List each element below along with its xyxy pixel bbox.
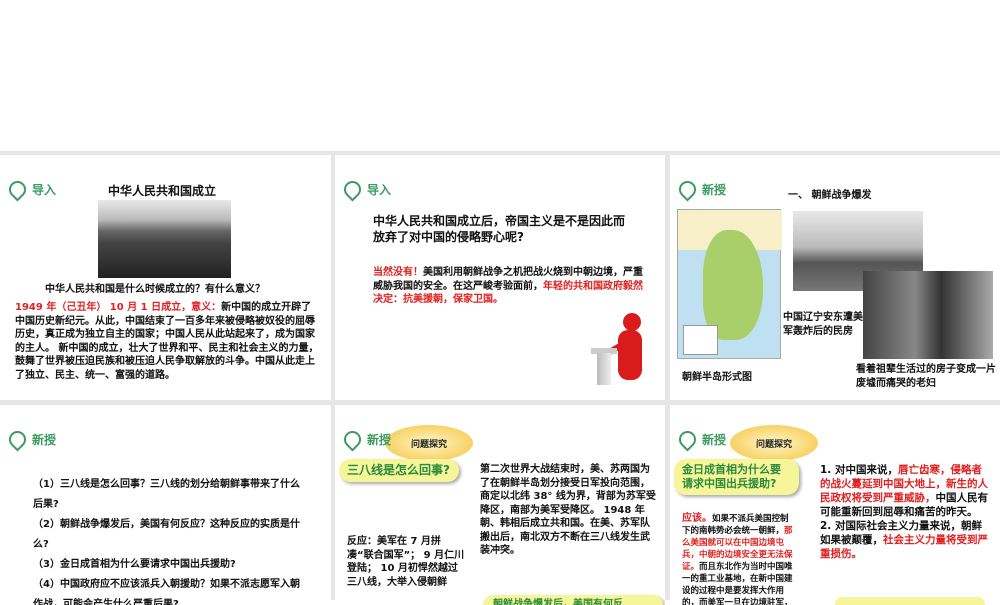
photo1-caption: 中国辽宁安东遭美军轰炸后的民房 <box>783 312 863 337</box>
section-label: 新授 <box>675 427 726 452</box>
problem-inquiry-badge: 问题探究 <box>730 425 818 461</box>
reaction-text: 反应：美军在 7 月拼凑“联合国军”； 9 月仁川登陆； 10 月初悍然越过三八… <box>347 536 465 588</box>
crying-woman-photo <box>863 271 993 359</box>
map-pin-icon <box>340 177 365 202</box>
slide-thumbnail-5[interactable]: 问题探究 新授 三八线是怎么回事? 第二次世界大战结束时，美、苏两国为了在朝鲜半… <box>335 405 665 605</box>
question-text: 中华人民共和国是什么时候成立的？有什么意义？ <box>45 284 265 295</box>
section-label: 新授 <box>5 427 56 452</box>
slide-thumbnail-6[interactable]: 问题探究 新授 金日成首相为什么要请求中国出兵援助? 1. 对中国来说，唇亡齿寒… <box>670 405 1000 605</box>
map-pin-icon <box>675 177 700 202</box>
slide-sorter-grid: 导入 中华人民共和国成立 中华人民共和国是什么时候成立的？有什么意义？ 1949… <box>0 151 1000 605</box>
map-pin-icon <box>340 427 365 452</box>
section-label: 导入 <box>5 177 56 202</box>
question-list: （1）三八线是怎么回事？三八线的划分给朝鲜事带来了什么后果? （2）朝鲜战争爆发… <box>33 475 303 605</box>
slide-thumbnail-2[interactable]: 导入 中华人民共和国成立后，帝国主义是不是因此而放弃了对中国的侵略野心呢? 当然… <box>335 155 665 400</box>
question-item: （4）中国政府应不应该派兵入朝援助？如果不派志愿军入朝作战，可能会产生什么严重后… <box>33 579 300 605</box>
answer-right: 1. 对中国来说，唇亡齿寒，侵略者的战火蔓延到中国大地上，新生的人民政权将受到严… <box>820 464 988 560</box>
question-bubble: 金日成首相为什么要请求中国出兵援助? <box>674 459 799 495</box>
slide-thumbnail-3[interactable]: 新授 一、 朝鲜战争爆发 朝鲜半岛形式图 中国辽宁安东遭美军轰炸后的民房 看着祖… <box>670 155 1000 400</box>
slide-thumbnail-1[interactable]: 导入 中华人民共和国成立 中华人民共和国是什么时候成立的？有什么意义？ 1949… <box>0 155 331 400</box>
map-pin-icon <box>675 427 700 452</box>
bottom-bubble <box>835 597 985 605</box>
slide-title: 中华人民共和国成立 <box>108 184 217 198</box>
section-label: 新授 <box>340 427 391 452</box>
tiananmen-photo <box>98 200 231 278</box>
map-pin-icon <box>5 427 30 452</box>
speaker-figure-icon <box>583 313 663 388</box>
slide-thumbnail-4[interactable]: 新授 （1）三八线是怎么回事？三八线的划分给朝鲜事带来了什么后果? （2）朝鲜战… <box>0 405 331 605</box>
answer-text: 1949 年（己丑年） 10 月 1 日成立，意义：新中国的成立开辟了中国历史新… <box>15 302 319 381</box>
answer-text: 第二次世界大战结束时，美、苏两国为了在朝鲜半岛划分接受日军投向范围，商定以北纬 … <box>480 464 656 556</box>
answer-left: 应该。如果不派兵美国控制下的南韩势必会统一朝鲜，那么美国就可以在中国边境屯兵，中… <box>682 513 793 605</box>
question-bubble: 三八线是怎么回事? <box>339 459 459 482</box>
question-item: （3）金日成首相为什么要请求中国出兵援助? <box>33 559 236 570</box>
section-label: 新授 <box>675 177 726 202</box>
question-text: 中华人民共和国成立后，帝国主义是不是因此而放弃了对中国的侵略野心呢? <box>373 214 626 244</box>
question-item: （1）三八线是怎么回事？三八线的划分给朝鲜事带来了什么后果? <box>33 479 300 510</box>
answer-text: 当然没有！美国利用朝鲜战争之机把战火烧到中朝边境，严重威胁我国的安全。在这严峻考… <box>373 267 643 305</box>
map-caption: 朝鲜半岛形式图 <box>682 372 752 383</box>
slide-sorter-top-area <box>0 0 1000 151</box>
section-label: 导入 <box>340 177 391 202</box>
korea-map <box>677 209 782 359</box>
section-heading: 一、 朝鲜战争爆发 <box>788 190 872 201</box>
photo2-caption: 看着祖辈生活过的房子变成一片废墟而痛哭的老妇 <box>856 364 996 389</box>
bottom-bubble: 朝鲜战争爆发后，美国有何反 <box>483 595 663 605</box>
problem-inquiry-badge: 问题探究 <box>385 425 473 461</box>
question-item: （2）朝鲜战争爆发后，美国有何反应？这种反应的实质是什么? <box>33 519 300 550</box>
map-pin-icon <box>5 177 30 202</box>
